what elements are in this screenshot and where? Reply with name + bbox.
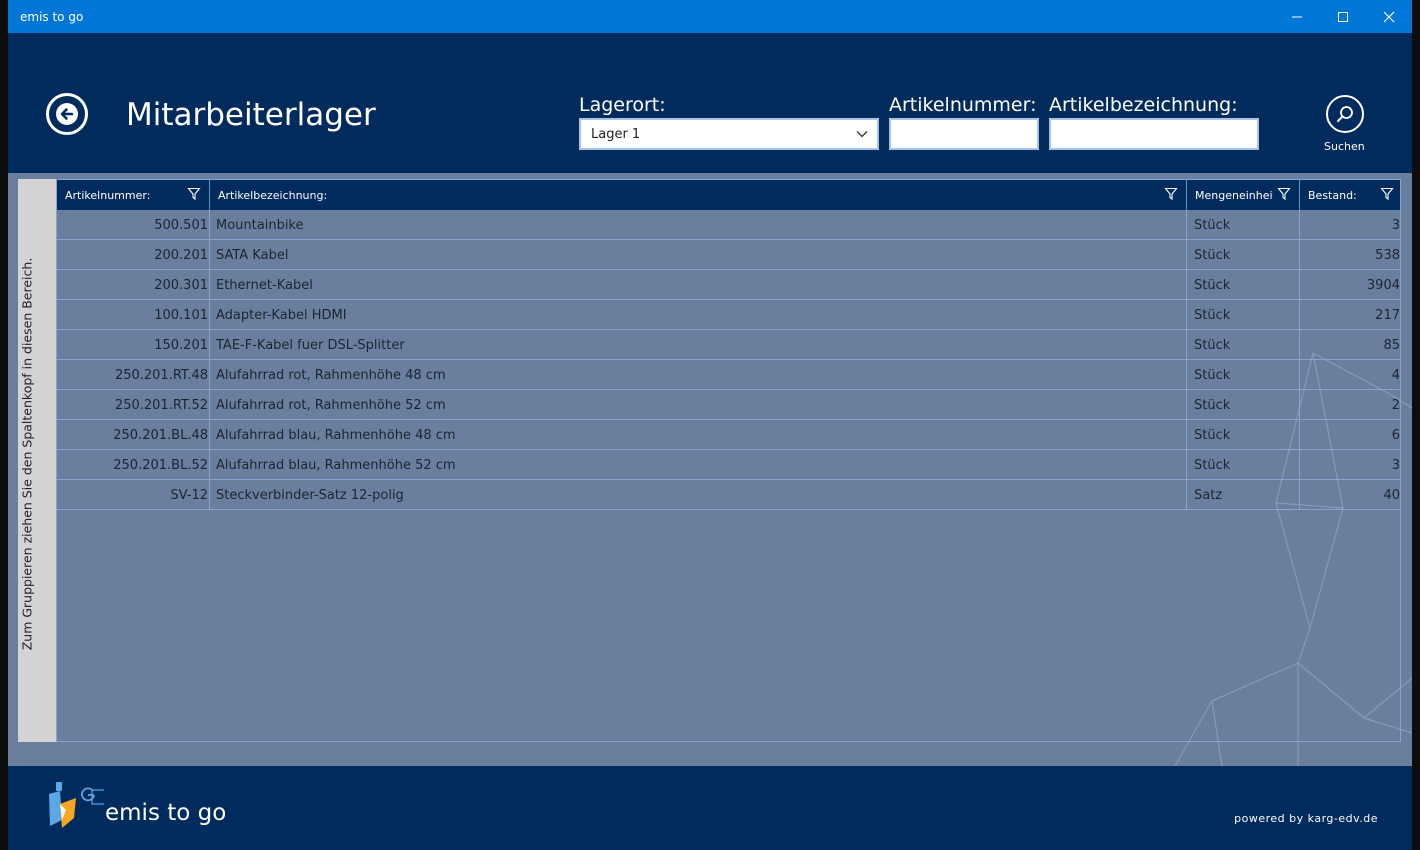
search-icon	[1337, 106, 1353, 122]
window-title: emis to go	[20, 10, 84, 24]
cell-artikelbezeichnung: Alufahrrad rot, Rahmenhöhe 52 cm	[216, 398, 446, 413]
close-button[interactable]	[1366, 0, 1412, 33]
lagerort-label: Lagerort:	[579, 94, 666, 116]
search-button[interactable]	[1326, 95, 1364, 133]
cell-bestand: 2	[1391, 398, 1400, 413]
back-button[interactable]	[46, 93, 88, 135]
minimize-button[interactable]	[1274, 0, 1320, 33]
column-header-artikelbezeichnung[interactable]: Artikelbezeichnung:	[210, 180, 1187, 210]
column-header-label: Artikelbezeichnung:	[218, 189, 328, 202]
cell-artikelnummer: 250.201.BL.52	[113, 458, 208, 473]
column-header-artikelnummer[interactable]: Artikelnummer:	[57, 180, 210, 210]
cell-mengeneinheit: Stück	[1194, 338, 1231, 353]
filter-icon[interactable]	[187, 187, 201, 201]
cell-bestand: 3	[1391, 218, 1400, 233]
cell-artikelbezeichnung: Mountainbike	[216, 218, 304, 233]
cell-bestand: 4	[1391, 368, 1400, 383]
artikelbezeichnung-input[interactable]	[1049, 118, 1259, 150]
cell-mengeneinheit: Stück	[1194, 428, 1231, 443]
column-divider	[209, 210, 210, 510]
cell-artikelnummer: 200.201	[154, 248, 208, 263]
cell-artikelnummer: 100.101	[154, 308, 208, 323]
cell-artikelbezeichnung: Ethernet-Kabel	[216, 278, 313, 293]
cell-bestand: 538	[1375, 248, 1400, 263]
table-row[interactable]: 250.201.BL.52 Alufahrrad blau, Rahmenhöhe…	[57, 450, 1400, 480]
page-title: Mitarbeiterlager	[126, 97, 376, 133]
cell-artikelbezeichnung: Adapter-Kabel HDMI	[216, 308, 347, 323]
chevron-down-icon	[856, 131, 868, 138]
footer-brand: emis to go	[105, 800, 227, 826]
filter-icon[interactable]	[1164, 187, 1178, 201]
cell-artikelnummer: 150.201	[154, 338, 208, 353]
column-header-label: Bestand:	[1308, 189, 1357, 202]
cell-artikelbezeichnung: Alufahrrad blau, Rahmenhöhe 52 cm	[216, 458, 456, 473]
table-row[interactable]: 200.301 Ethernet-Kabel Stück 3904	[57, 270, 1400, 300]
app-logo-icon	[49, 782, 104, 828]
maximize-icon	[1338, 11, 1348, 22]
cell-mengeneinheit: Stück	[1194, 218, 1231, 233]
cell-artikelnummer: SV-12	[170, 488, 208, 503]
cell-artikelbezeichnung: Alufahrrad rot, Rahmenhöhe 48 cm	[216, 368, 446, 383]
column-header-bestand[interactable]: Bestand:	[1300, 180, 1400, 210]
column-header-label: Artikelnummer:	[65, 189, 151, 202]
cell-artikelnummer: 250.201.RT.52	[114, 398, 208, 413]
title-bar: emis to go	[8, 0, 1412, 33]
table-row[interactable]: 200.201 SATA Kabel Stück 538	[57, 240, 1400, 270]
cell-artikelnummer: 250.201.RT.48	[114, 368, 208, 383]
article-grid: Artikelnummer: Artikelbezeichnung: Menge…	[56, 179, 1401, 742]
filter-icon[interactable]	[1380, 187, 1394, 201]
cell-artikelnummer: 500.501	[154, 218, 208, 233]
cell-bestand: 6	[1391, 428, 1400, 443]
column-divider	[1186, 210, 1187, 510]
cell-bestand: 217	[1375, 308, 1400, 323]
artikelnummer-input[interactable]	[889, 118, 1039, 150]
powered-by-text: powered by karg-edv.de	[1234, 812, 1378, 825]
artikelnummer-label: Artikelnummer:	[889, 94, 1037, 116]
table-row[interactable]: 150.201 TAE-F-Kabel fuer DSL-Splitter Stüc…	[57, 330, 1400, 360]
cell-artikelbezeichnung: Steckverbinder-Satz 12-polig	[216, 488, 404, 503]
table-row[interactable]: SV-12 Steckverbinder-Satz 12-polig Satz 40	[57, 480, 1400, 510]
cell-artikelbezeichnung: SATA Kabel	[216, 248, 289, 263]
cell-bestand: 85	[1383, 338, 1400, 353]
content-area: Zum Gruppieren ziehen Sie den Spaltenkop…	[8, 173, 1412, 766]
maximize-button[interactable]	[1320, 0, 1366, 33]
cell-mengeneinheit: Stück	[1194, 458, 1231, 473]
cell-mengeneinheit: Stück	[1194, 368, 1231, 383]
app-window: emis to go Mitarbeiterlager Lagerort: La…	[8, 0, 1412, 850]
cell-mengeneinheit: Stück	[1194, 248, 1231, 263]
table-row[interactable]: 250.201.RT.48 Alufahrrad rot, Rahmenhöhe …	[57, 360, 1400, 390]
table-row[interactable]: 250.201.BL.48 Alufahrrad blau, Rahmenhöhe…	[57, 420, 1400, 450]
search-button-label: Suchen	[1324, 140, 1365, 153]
table-row[interactable]: 250.201.RT.52 Alufahrrad rot, Rahmenhöhe …	[57, 390, 1400, 420]
cell-bestand: 3	[1391, 458, 1400, 473]
group-panel-hint: Zum Gruppieren ziehen Sie den Spaltenkop…	[19, 257, 35, 651]
column-header-mengeneinheit[interactable]: Mengeneinheit	[1187, 180, 1300, 210]
column-divider	[1299, 210, 1300, 510]
close-icon	[1383, 11, 1395, 22]
column-header-label: Mengeneinheit	[1195, 189, 1273, 202]
cell-artikelnummer: 250.201.BL.48	[113, 428, 208, 443]
cell-mengeneinheit: Stück	[1194, 398, 1231, 413]
page-header: Mitarbeiterlager Lagerort: Lager 1 Artik…	[8, 33, 1412, 173]
cell-bestand: 3904	[1366, 278, 1400, 293]
artikelbezeichnung-label: Artikelbezeichnung:	[1049, 94, 1238, 116]
lagerort-selected-value: Lager 1	[591, 127, 641, 142]
cell-artikelbezeichnung: Alufahrrad blau, Rahmenhöhe 48 cm	[216, 428, 456, 443]
lagerort-select[interactable]: Lager 1	[579, 118, 879, 150]
table-row[interactable]: 500.501 Mountainbike Stück 3	[57, 210, 1400, 240]
back-arrow-icon	[56, 103, 78, 125]
filter-icon[interactable]	[1277, 187, 1291, 201]
cell-mengeneinheit: Stück	[1194, 278, 1231, 293]
cell-artikelnummer: 200.301	[154, 278, 208, 293]
footer: emis to go powered by karg-edv.de	[8, 766, 1412, 850]
cell-mengeneinheit: Satz	[1194, 488, 1223, 503]
cell-artikelbezeichnung: TAE-F-Kabel fuer DSL-Splitter	[216, 338, 405, 353]
minimize-icon	[1292, 16, 1302, 17]
cell-bestand: 40	[1383, 488, 1400, 503]
cell-mengeneinheit: Stück	[1194, 308, 1231, 323]
table-row[interactable]: 100.101 Adapter-Kabel HDMI Stück 217	[57, 300, 1400, 330]
